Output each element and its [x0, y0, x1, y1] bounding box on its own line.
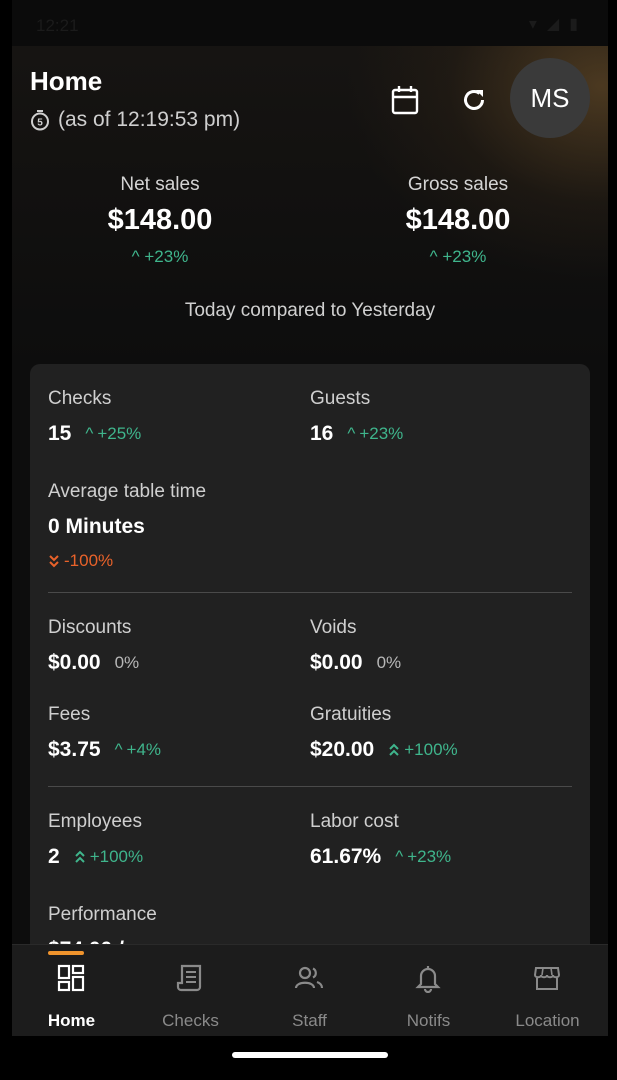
discounts-value: $0.00	[48, 651, 101, 674]
nav-notifs-label: Notifs	[406, 1011, 451, 1030]
avg-table-time-metric[interactable]: Average table time 0 Minutes -100%	[48, 481, 206, 571]
avg-table-time-label: Average table time	[48, 481, 207, 502]
bottom-nav: Home Checks Staff Notifs Location	[12, 944, 608, 1036]
discounts-metric[interactable]: Discounts $0.00 0%	[48, 617, 139, 675]
status-bar: 12:21 ▾ ◢ ▮	[12, 0, 608, 46]
comparison-label: Today compared to Yesterday	[184, 300, 436, 321]
nav-checks-label: Checks	[162, 1011, 219, 1030]
gross-sales-delta: ^ +23%	[429, 247, 487, 266]
checks-value: 15	[48, 422, 72, 445]
status-icons: ▾ ◢ ▮	[529, 14, 578, 34]
calendar-icon	[391, 86, 419, 115]
employees-value: 2	[48, 845, 60, 868]
chevron-up-icon: ^	[85, 424, 94, 443]
divider	[48, 592, 572, 593]
net-sales-label: Net sales	[120, 174, 200, 195]
voids-value: $0.00	[310, 651, 363, 674]
fees-label: Fees	[48, 704, 91, 725]
employees-delta: +100%	[74, 847, 143, 867]
voids-metric[interactable]: Voids $0.00 0%	[310, 617, 401, 675]
double-chevron-up-icon	[74, 850, 85, 863]
employees-metric[interactable]: Employees 2 +100%	[48, 811, 143, 869]
discounts-label: Discounts	[48, 617, 132, 638]
svg-text:5: 5	[37, 118, 43, 129]
avg-table-time-delta: -100%	[48, 551, 206, 571]
storefront-icon	[533, 967, 561, 990]
stopwatch-icon: 5	[31, 110, 49, 131]
labor-cost-value: 61.67%	[310, 845, 382, 868]
gratuities-value: $20.00	[310, 738, 375, 761]
labor-cost-label: Labor cost	[310, 811, 399, 832]
double-chevron-up-icon	[389, 743, 399, 756]
voids-delta: 0%	[376, 653, 402, 672]
guests-value: 16	[310, 422, 334, 445]
calendar-button[interactable]	[387, 82, 423, 118]
employees-label: Employees	[48, 811, 142, 832]
nav-location[interactable]: Location	[488, 945, 607, 1036]
refresh-button[interactable]	[456, 82, 492, 118]
net-sales-delta: ^ +23%	[131, 247, 189, 266]
nav-staff-label: Staff	[292, 1011, 327, 1030]
gross-sales-kpi: Gross sales $148.00 ^ +23%	[338, 174, 578, 267]
net-sales-kpi: Net sales $148.00 ^ +23%	[40, 174, 280, 267]
guests-metric[interactable]: Guests 16 ^ +23%	[310, 388, 403, 446]
avg-table-time-value: 0 Minutes	[48, 515, 145, 538]
fees-delta: ^ +4%	[114, 740, 162, 759]
wifi-icon: ▾	[528, 16, 537, 33]
chevron-up-icon: ^	[347, 424, 356, 443]
chevron-up-icon: ^	[114, 740, 123, 759]
guests-delta: ^ +23%	[347, 424, 404, 443]
nav-home[interactable]: Home	[12, 945, 131, 1036]
bell-icon	[415, 966, 441, 993]
nav-notifs[interactable]: Notifs	[369, 945, 488, 1036]
receipt-icon	[176, 964, 202, 992]
chevron-up-icon: ^	[429, 247, 438, 266]
checks-delta: ^ +25%	[85, 424, 142, 443]
signal-icon: ◢	[546, 16, 560, 33]
gross-sales-label: Gross sales	[407, 174, 509, 195]
chevron-up-icon: ^	[131, 247, 140, 266]
status-time: 12:21	[36, 16, 79, 35]
chevron-up-icon: ^	[395, 847, 404, 866]
metrics-card: Checks 15 ^ +25% Guests 16 ^ +23% Averag…	[30, 364, 590, 1004]
nav-location-label: Location	[515, 1011, 580, 1030]
labor-cost-metric[interactable]: Labor cost 61.67% ^ +23%	[310, 811, 451, 869]
checks-label: Checks	[48, 388, 112, 409]
labor-cost-delta: ^ +23%	[395, 847, 452, 866]
avatar[interactable]: MS	[510, 58, 590, 138]
gesture-handle[interactable]	[232, 1052, 388, 1058]
nav-checks[interactable]: Checks	[131, 945, 250, 1036]
gross-sales-value: $148.00	[405, 204, 511, 236]
nav-staff[interactable]: Staff	[250, 945, 369, 1036]
gratuities-label: Gratuities	[310, 704, 392, 725]
performance-label: Performance	[48, 904, 157, 925]
guests-label: Guests	[310, 388, 371, 409]
home-screen: Home 5 (as of 12:19:53 pm) MS Net sales …	[12, 46, 608, 1036]
nav-home-label: Home	[47, 1011, 96, 1030]
net-sales-value: $148.00	[107, 204, 213, 236]
last-updated: 5 (as of 12:19:53 pm)	[30, 108, 240, 132]
gratuities-metric[interactable]: Gratuities $20.00 +100%	[310, 704, 458, 762]
active-tab-indicator	[48, 951, 84, 955]
refresh-icon	[464, 90, 484, 110]
fees-metric[interactable]: Fees $3.75 ^ +4%	[48, 704, 161, 762]
divider	[48, 786, 572, 787]
as-of-text: (as of 12:19:53 pm)	[58, 108, 241, 131]
checks-metric[interactable]: Checks 15 ^ +25%	[48, 388, 141, 446]
people-icon	[294, 966, 324, 989]
discounts-delta: 0%	[114, 653, 140, 672]
dashboard-icon	[57, 964, 85, 992]
page-title: Home	[30, 66, 103, 96]
gratuities-delta: +100%	[388, 740, 458, 760]
voids-label: Voids	[310, 617, 357, 638]
fees-value: $3.75	[48, 738, 101, 761]
double-chevron-down-icon	[49, 555, 59, 568]
battery-icon: ▮	[569, 16, 578, 33]
